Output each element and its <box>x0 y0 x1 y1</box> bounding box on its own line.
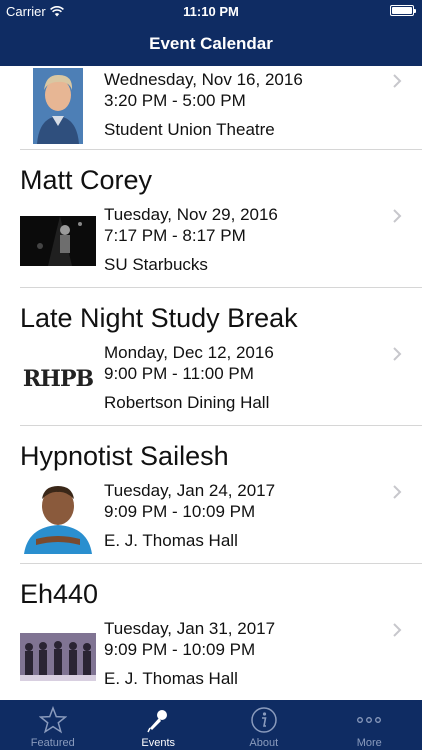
row-separator <box>20 563 422 564</box>
tab-events[interactable]: Events <box>106 700 212 750</box>
status-bar: Carrier 11:10 PM <box>0 0 422 22</box>
event-row[interactable]: Wednesday, Nov 16, 2016 3:20 PM - 5:00 P… <box>0 66 422 144</box>
event-venue: SU Starbucks <box>104 255 208 274</box>
event-list[interactable]: Wednesday, Nov 16, 2016 3:20 PM - 5:00 P… <box>0 66 422 700</box>
event-time: 3:20 PM - 5:00 PM <box>104 91 246 110</box>
chevron-right-icon <box>393 74 402 88</box>
tab-featured[interactable]: Featured <box>0 700 106 750</box>
chevron-right-icon <box>393 209 402 223</box>
microphone-icon <box>147 710 168 733</box>
event-time: 9:09 PM - 10:09 PM <box>104 502 256 521</box>
rhpb-logo-thumbnail: RHPB <box>20 352 96 406</box>
nav-bar: Event Calendar <box>0 22 422 66</box>
chevron-right-icon <box>393 623 402 637</box>
chevron-right-icon <box>393 485 402 499</box>
event-date: Tuesday, Nov 29, 2016 <box>104 205 278 224</box>
event-title: Matt Corey <box>20 165 153 195</box>
tab-more[interactable]: More <box>317 700 422 750</box>
event-title: Eh440 <box>20 579 99 609</box>
tab-label: Featured <box>30 737 75 749</box>
tab-about[interactable]: About <box>211 700 317 750</box>
page-title: Event Calendar <box>149 34 273 53</box>
event-time: 9:09 PM - 10:09 PM <box>104 640 256 659</box>
chevron-right-icon <box>393 347 402 361</box>
event-date: Tuesday, Jan 24, 2017 <box>104 481 276 500</box>
event-row[interactable]: Eh440 Tuesday, Jan 31, 2017 9:09 PM - 10… <box>0 576 422 700</box>
event-row[interactable]: Late Night Study Break RHPB Monday, Dec … <box>0 300 422 425</box>
tab-label: About <box>249 737 279 749</box>
event-row[interactable]: Matt Corey Tuesday, Nov 29, 2016 7:17 PM… <box>0 162 422 287</box>
event-venue: Student Union Theatre <box>104 120 275 139</box>
event-date: Monday, Dec 12, 2016 <box>104 343 274 362</box>
stage-performer-thumbnail <box>20 216 96 266</box>
event-venue: E. J. Thomas Hall <box>104 531 238 550</box>
event-date: Tuesday, Jan 31, 2017 <box>104 619 276 638</box>
person-portrait-thumbnail <box>20 481 96 554</box>
info-icon <box>251 707 277 733</box>
event-title: Late Night Study Break <box>20 303 298 333</box>
more-icon <box>357 717 382 723</box>
person-portrait-thumbnail <box>33 68 83 144</box>
status-time: 11:10 PM <box>183 4 239 19</box>
row-separator <box>20 425 422 426</box>
event-venue: Robertson Dining Hall <box>104 393 270 412</box>
rhpb-logo-text: RHPB <box>22 366 94 392</box>
tab-label: More <box>356 737 382 749</box>
group-photo-thumbnail <box>20 633 96 681</box>
event-row[interactable]: Hypnotist Sailesh Tuesday, Jan 24, 2017 … <box>0 438 422 563</box>
event-title: Hypnotist Sailesh <box>20 441 229 471</box>
event-venue: E. J. Thomas Hall <box>104 669 238 688</box>
event-time: 7:17 PM - 8:17 PM <box>104 226 246 245</box>
battery-icon <box>390 5 416 16</box>
tab-label: Events <box>141 737 176 749</box>
event-date: Wednesday, Nov 16, 2016 <box>104 70 303 89</box>
row-separator <box>20 149 422 150</box>
battery-fill <box>392 7 412 14</box>
star-icon <box>38 706 67 734</box>
tab-bar: Featured Events About More <box>0 700 422 750</box>
event-time: 9:00 PM - 11:00 PM <box>104 364 254 383</box>
row-separator <box>20 287 422 288</box>
